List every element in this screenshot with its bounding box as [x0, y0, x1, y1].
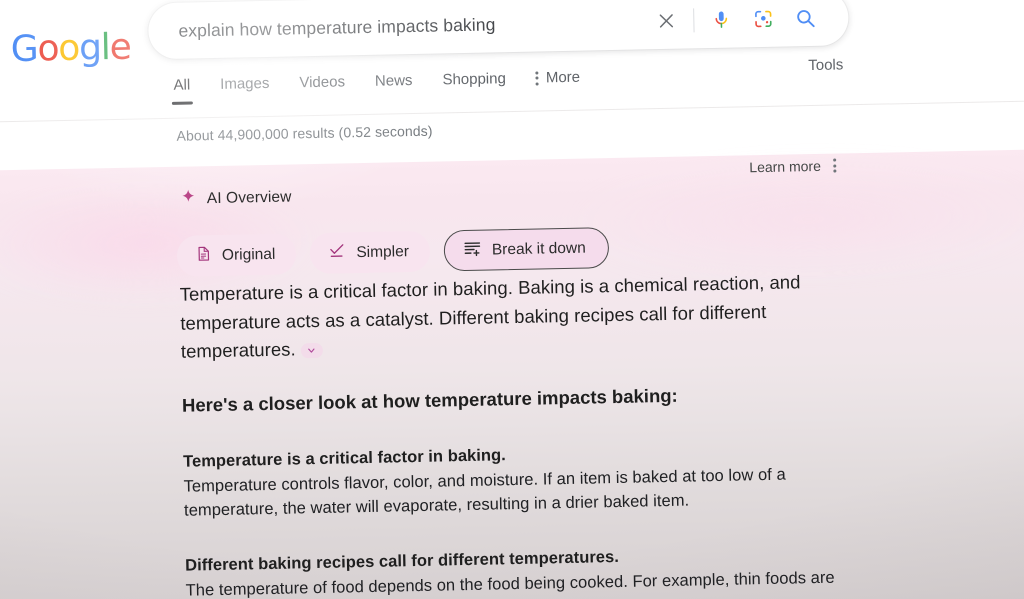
- ai-overview-content: Temperature is a critical factor in baki…: [179, 267, 846, 599]
- tab-news[interactable]: News: [375, 72, 413, 101]
- divider: [693, 8, 695, 33]
- tab-all[interactable]: All: [173, 76, 190, 104]
- tab-more-label: More: [545, 68, 581, 87]
- ai-summary-paragraph: Temperature is a critical factor in baki…: [179, 267, 841, 366]
- mode-pill-original[interactable]: Original: [176, 233, 297, 277]
- tab-more[interactable]: More: [535, 68, 581, 98]
- kebab-menu-icon[interactable]: [832, 158, 837, 173]
- ai-overview-header: AI Overview: [180, 186, 292, 210]
- ai-section: Different baking recipes call for differ…: [185, 541, 846, 599]
- microphone-icon[interactable]: [700, 0, 743, 41]
- close-icon[interactable]: [645, 0, 688, 42]
- learn-more-link[interactable]: Learn more: [749, 158, 821, 175]
- list-plus-icon: [463, 238, 482, 262]
- mode-pill-break-it-down[interactable]: Break it down: [443, 227, 610, 272]
- ai-summary-text: Temperature is a critical factor in baki…: [179, 271, 801, 362]
- tab-videos[interactable]: Videos: [299, 73, 345, 102]
- ai-subheading: Here's a closer look at how temperature …: [181, 384, 678, 416]
- screen-photo-stage: Google explain how temperature impacts b…: [0, 0, 1024, 599]
- tab-shopping[interactable]: Shopping: [442, 70, 506, 99]
- tools-button[interactable]: Tools: [808, 56, 843, 74]
- google-lens-icon[interactable]: [742, 0, 785, 40]
- mode-pill-label: Original: [221, 245, 276, 264]
- mode-pill-simpler[interactable]: Simpler: [309, 230, 431, 275]
- google-logo[interactable]: Google: [10, 27, 131, 70]
- learn-more-group: Learn more: [749, 158, 837, 175]
- search-icon[interactable]: [784, 0, 827, 40]
- tab-images[interactable]: Images: [220, 75, 270, 104]
- mode-pill-label: Break it down: [491, 239, 586, 258]
- ai-overview-title: AI Overview: [206, 188, 292, 208]
- chevron-down-icon[interactable]: [300, 342, 323, 358]
- mode-pill-label: Simpler: [356, 242, 410, 261]
- ai-overview-modes: Original Simpler Break it down: [176, 227, 610, 277]
- document-icon: [195, 245, 212, 267]
- simplify-check-icon: [328, 241, 346, 264]
- sparkle-icon: [180, 188, 197, 210]
- kebab-menu-icon: [535, 70, 539, 86]
- search-input[interactable]: explain how temperature impacts baking: [148, 11, 645, 42]
- search-box-actions: [645, 0, 849, 42]
- ai-section: Temperature is a critical factor in baki…: [183, 437, 844, 522]
